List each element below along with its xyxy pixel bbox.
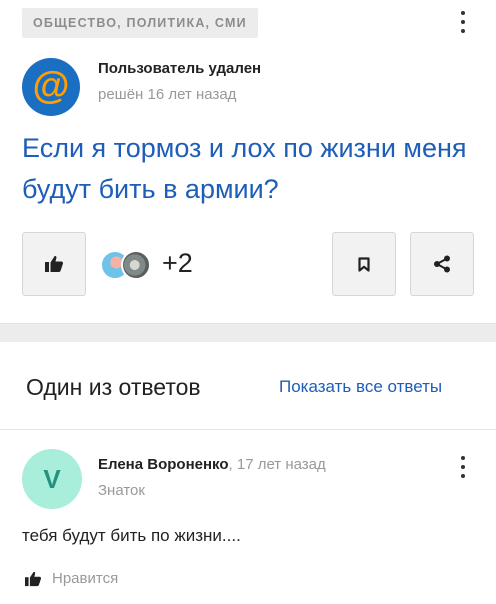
answer-card: Один из ответов Показать все ответы V Ел…	[0, 342, 496, 604]
thumbs-up-icon	[45, 256, 64, 272]
answer-author-rank: Знаток	[98, 482, 145, 499]
question-meta: решён 16 лет назад	[98, 86, 237, 103]
category-tag[interactable]: ОБЩЕСТВО, ПОЛИТИКА, СМИ	[22, 8, 258, 38]
participant-avatar[interactable]	[121, 250, 151, 280]
question-card: ОБЩЕСТВО, ПОЛИТИКА, СМИ @ Пользователь у…	[0, 0, 496, 324]
answer-like-button[interactable]: Нравится	[24, 570, 118, 587]
question-menu-kebab-icon[interactable]	[460, 11, 466, 33]
answer-like-label: Нравится	[52, 570, 119, 587]
participants-more-count[interactable]: +2	[162, 248, 193, 279]
share-button[interactable]	[410, 232, 474, 296]
question-title: Если я тормоз и лох по жизни меня будут …	[22, 133, 467, 204]
bookmark-button[interactable]	[332, 232, 396, 296]
question-author-name[interactable]: Пользователь удален	[98, 60, 261, 77]
share-icon	[434, 255, 450, 273]
answer-author-avatar[interactable]: V	[22, 449, 82, 509]
bookmark-icon	[358, 256, 370, 272]
question-author-avatar[interactable]: @	[22, 58, 80, 116]
answer-time: , 17 лет назад	[228, 456, 326, 473]
answers-heading: Один из ответов	[26, 374, 201, 400]
at-sign-icon: @	[32, 64, 70, 107]
thumbs-up-icon	[25, 571, 42, 586]
divider	[0, 429, 496, 430]
answer-menu-kebab-icon[interactable]	[460, 456, 466, 478]
answer-text: тебя будут бить по жизни....	[22, 526, 241, 545]
answer-author-name[interactable]: Елена Вороненко	[98, 456, 229, 473]
like-question-button[interactable]	[22, 232, 86, 296]
answer-author-line: Елена Вороненко, 17 лет назад	[98, 456, 326, 473]
show-all-answers-link[interactable]: Показать все ответы	[279, 377, 442, 397]
